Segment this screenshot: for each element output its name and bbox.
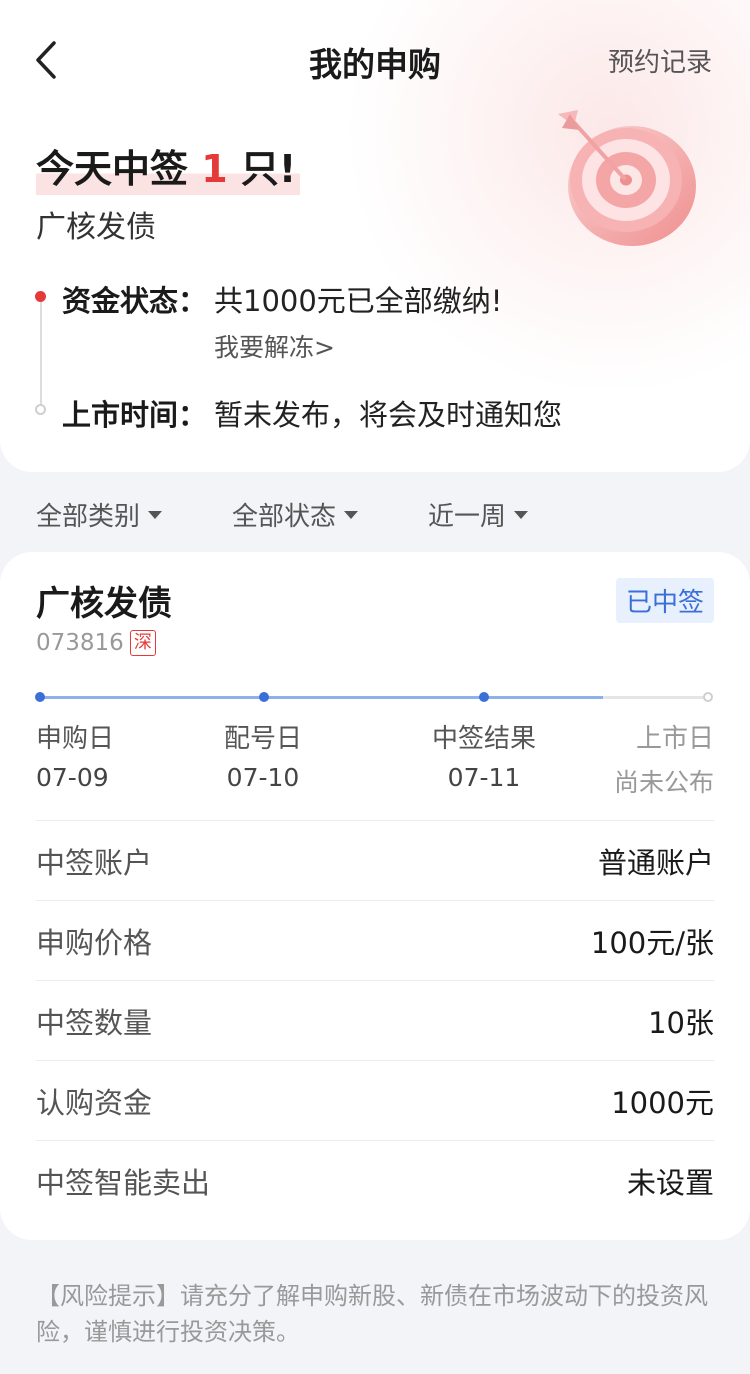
fund-status-value: 共1000元已全部缴纳! — [214, 284, 503, 318]
filter-bar: 全部类别 全部状态 近一周 — [0, 490, 750, 540]
status-dot-active — [35, 291, 46, 302]
detail-label: 认购资金 — [36, 1085, 153, 1120]
status-badge: 已中签 — [615, 578, 714, 623]
detail-row-smart-sell[interactable]: 中签智能卖出 未设置 — [36, 1140, 714, 1220]
headline-suffix: 只! — [227, 147, 297, 191]
headline-count: 1 — [201, 147, 228, 191]
detail-label: 中签账户 — [36, 845, 153, 880]
reservation-records-link[interactable]: 预约记录 — [608, 42, 712, 79]
summary-section: 我的申购 预约记录 今天中签 1 只! 广核发债 资金状态： 共1000元已全部… — [0, 0, 750, 472]
filter-status[interactable]: 全部状态 — [232, 496, 359, 533]
step-dot-2 — [259, 692, 269, 702]
caret-down-icon — [514, 510, 529, 519]
fund-status-label: 资金状态： — [62, 284, 208, 318]
detail-label: 中签数量 — [36, 1005, 153, 1040]
market-badge: 深 — [129, 630, 156, 656]
detail-row-funds: 认购资金 1000元 — [36, 1060, 714, 1140]
step-allocation: 配号日 07-10 — [224, 718, 302, 792]
headline: 今天中签 1 只! — [36, 138, 301, 195]
target-icon — [558, 110, 696, 246]
bond-code-value: 073816 — [36, 630, 124, 656]
detail-value: 10张 — [648, 1005, 714, 1040]
step-dot-4 — [703, 692, 713, 702]
status-dot-pending — [35, 404, 46, 415]
detail-row-account: 中签账户 普通账户 — [36, 820, 714, 900]
unfreeze-link[interactable]: 我要解冻> — [214, 328, 335, 364]
detail-row-quantity: 中签数量 10张 — [36, 980, 714, 1060]
caret-down-icon — [344, 510, 359, 519]
step-date: 07-11 — [447, 763, 521, 792]
detail-value: 未设置 — [626, 1165, 714, 1200]
step-name: 配号日 — [224, 724, 303, 754]
step-date: 07-09 — [36, 763, 109, 792]
step-date: 尚未公布 — [613, 768, 714, 797]
detail-label: 中签智能卖出 — [36, 1165, 211, 1200]
status-timeline-line — [40, 298, 42, 408]
subscription-card[interactable]: 广核发债 已中签 073816 深 申购日 07-09 配号日 07-10 中签… — [0, 552, 750, 1240]
chevron-left-icon — [36, 41, 56, 79]
detail-label: 申购价格 — [36, 925, 153, 960]
step-subscribe: 申购日 07-09 — [36, 718, 114, 792]
step-name: 中签结果 — [432, 724, 537, 754]
headline-prefix: 今天中签 — [36, 147, 202, 191]
step-listing: 上市日 尚未公布 — [614, 718, 714, 799]
step-name: 申购日 — [36, 724, 115, 754]
detail-value: 普通账户 — [597, 845, 714, 880]
filter-period-label: 近一周 — [428, 502, 507, 532]
listing-time-value: 暂未发布，将会及时通知您 — [214, 398, 563, 432]
page-title: 我的申购 — [309, 45, 441, 84]
risk-notice: 【风险提示】请充分了解申购新股、新债在市场波动下的投资风险，谨慎进行投资决策。 — [36, 1282, 708, 1346]
detail-row-price: 申购价格 100元/张 — [36, 900, 714, 980]
detail-value: 1000元 — [611, 1085, 714, 1120]
filter-category[interactable]: 全部类别 — [36, 496, 163, 533]
detail-list: 中签账户 普通账户 申购价格 100元/张 中签数量 10张 认购资金 1000… — [36, 820, 714, 1220]
winning-bond-name: 广核发债 — [36, 210, 156, 245]
filter-period[interactable]: 近一周 — [428, 496, 529, 533]
filter-category-label: 全部类别 — [36, 502, 141, 532]
bond-name: 广核发债 — [36, 584, 172, 624]
step-dot-3 — [479, 692, 489, 702]
caret-down-icon — [148, 510, 163, 519]
filter-status-label: 全部状态 — [232, 502, 337, 532]
back-button[interactable] — [26, 36, 66, 84]
step-dot-1 — [35, 692, 45, 702]
step-name: 上市日 — [635, 724, 714, 754]
step-result: 中签结果 07-11 — [432, 718, 536, 792]
detail-value: 100元/张 — [590, 925, 714, 960]
step-date: 07-10 — [226, 763, 300, 792]
bond-code: 073816 深 — [36, 630, 156, 656]
listing-time-label: 上市时间： — [62, 398, 208, 432]
progress-fill — [40, 696, 603, 699]
page: 我的申购 预约记录 今天中签 1 只! 广核发债 资金状态： 共1000元已全部… — [0, 0, 750, 1374]
